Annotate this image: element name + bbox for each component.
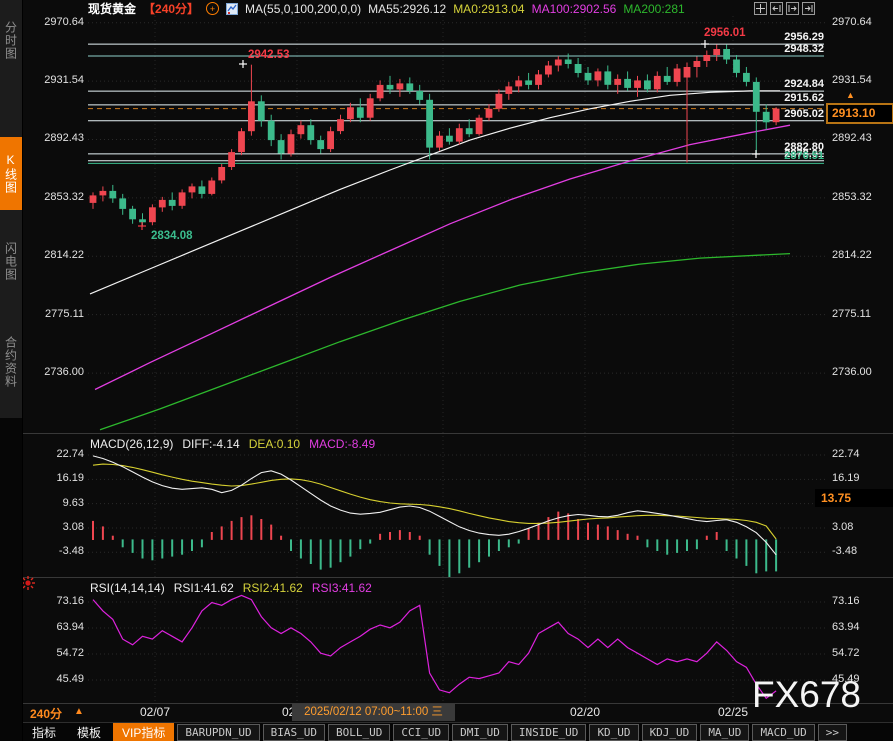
shift-right-icon[interactable] [786,2,799,15]
ma100-value: MA100:2902.56 [532,2,617,16]
rsi-y-axis-label-left: 63.94 [26,621,84,633]
rsi-y-axis-label-left: 54.72 [26,647,84,659]
left-sidebar: 分时图 K线图闪电图合约资料 [0,0,23,741]
date-label: 02/25 [709,705,757,719]
ma55-value: MA55:2926.12 [368,2,446,16]
sidebar-tab-2[interactable]: K线图 [0,137,22,210]
macd-y-axis-label-left: 22.74 [26,448,84,460]
sidebar-tab-4[interactable]: 合约资料 [0,313,22,410]
macd-y-axis-label-left: 3.08 [26,521,84,533]
main-y-axis-label-left: 2931.54 [26,74,84,86]
rsi2-value: RSI2:41.62 [243,581,303,595]
main-y-axis-label-left: 2970.64 [26,16,84,28]
ma-settings-label: MA(55,0,100,200,0,0) [245,2,361,16]
date-label: 02/20 [561,705,609,719]
price-level-label: 2924.84 [762,78,824,90]
main-y-axis-label-right: 2853.32 [832,191,890,203]
toolbar-button-insideud[interactable]: INSIDE_UD [511,724,587,741]
shift-left-icon[interactable] [770,2,783,15]
rsi-y-axis-label-right: 54.72 [832,647,890,659]
goto-latest-icon[interactable] [802,2,815,15]
rsi3-value: RSI3:41.62 [312,581,372,595]
macd-dea-value: DEA:0.10 [249,437,300,451]
period-label: 【240分】 [143,0,199,17]
price-level-label: 2876.51 [762,150,824,162]
toolbar-button-biasud[interactable]: BIAS_UD [263,724,325,741]
plus-circle-icon[interactable]: + [206,2,219,15]
main-y-axis-label-left: 2736.00 [26,366,84,378]
macd-y-axis-label-left: 16.19 [26,472,84,484]
timeframe-dropdown-icon[interactable]: ▲ [74,706,84,717]
main-y-axis-label-right: 2970.64 [832,16,890,28]
macd-y-axis-label-left: -3.48 [26,545,84,557]
fx678-watermark: FX678 [752,674,861,716]
toolbar-button-[interactable]: 指标 [23,724,65,741]
symbol-name: 现货黄金 [88,0,136,17]
rsi-y-axis-label-left: 45.49 [26,673,84,685]
main-y-axis-label-right: 2931.54 [832,74,890,86]
toolbar-button-kdjud[interactable]: KDJ_UD [642,724,698,741]
chart-label-overlay: 2970.64 2970.64 2931.54 2931.54 2892.43 2892.… [0,0,893,741]
main-y-axis-label-left: 2775.11 [26,308,84,320]
toolbar-button-macdud[interactable]: MACD_UD [752,724,814,741]
main-y-axis-label-left: 2814.22 [26,249,84,261]
trading-app-window: 2970.64 2970.64 2931.54 2931.54 2892.43 2892.… [0,0,893,741]
toolbar-button-cciud[interactable]: CCI_UD [393,724,449,741]
macd-value-box: 13.75 [815,489,893,507]
toolbar-button-barupdnud[interactable]: BARUPDN_UD [177,724,259,741]
indicator-toolbar: 指标模板VIP指标BARUPDN_UDBIAS_UDBOLL_UDCCI_UDD… [23,723,847,741]
toolbar-button-vip[interactable]: VIP指标 [113,723,174,741]
price-annotation: 2956.01 [704,27,746,39]
macd-y-axis-label-right: -3.48 [832,545,890,557]
price-annotation: 2942.53 [248,49,290,61]
toolbar-button-[interactable]: 模板 [68,724,110,741]
sidebar-tab-1[interactable]: 分时图 [0,5,22,75]
chart-type-icon[interactable] [226,3,238,15]
chart-toolbar-icons [754,2,815,15]
macd-header: MACD(26,12,9) DIFF:-4.14 DEA:0.10 MACD:-… [90,437,375,451]
crosshair-icon[interactable] [754,2,767,15]
price-level-label: 2948.32 [762,43,824,55]
macd-y-axis-label-left: 9.63 [26,497,84,509]
macd-diff-value: DIFF:-4.14 [182,437,239,451]
main-y-axis-label-right: 2775.11 [832,308,890,320]
rsi-y-axis-label-right: 63.94 [832,621,890,633]
macd-title: MACD(26,12,9) [90,437,173,451]
price-level-label: 2915.62 [762,92,824,104]
toolbar-button-bollud[interactable]: BOLL_UD [328,724,390,741]
price-annotation: 2834.08 [151,230,193,242]
main-y-axis-label-right: 2892.43 [832,132,890,144]
main-y-axis-label-left: 2853.32 [26,191,84,203]
macd-y-axis-label-right: 22.74 [832,448,890,460]
crosshair-time-tooltip: 2025/02/12 07:00~11:00 三 [292,704,455,721]
rsi-y-axis-label-left: 73.16 [26,595,84,607]
main-y-axis-label-right: 2736.00 [832,366,890,378]
toolbar-button-[interactable]: >> [818,724,847,741]
current-price-box: 2913.10 [826,103,893,124]
price-level-label: 2905.02 [762,108,824,120]
ma0-value: MA0:2913.04 [453,2,524,16]
rsi-y-axis-label-right: 73.16 [832,595,890,607]
date-label: 02/07 [131,705,179,719]
price-tag-marker-icon: ▲ [846,90,855,100]
toolbar-button-dmiud[interactable]: DMI_UD [452,724,508,741]
timeframe-label[interactable]: 240分 [30,705,62,722]
rsi-header: RSI(14,14,14) RSI1:41.62 RSI2:41.62 RSI3… [90,581,372,595]
ma200-value: MA200:281 [623,2,684,16]
main-y-axis-label-right: 2814.22 [832,249,890,261]
main-y-axis-label-left: 2892.43 [26,132,84,144]
macd-y-axis-label-right: 3.08 [832,521,890,533]
macd-y-axis-label-right: 16.19 [832,472,890,484]
macd-macd-value: MACD:-8.49 [309,437,375,451]
toolbar-button-kdud[interactable]: KD_UD [589,724,638,741]
sidebar-bottom-filler [0,418,22,741]
sidebar-tab-3[interactable]: 闪电图 [0,222,22,300]
rsi-title: RSI(14,14,14) [90,581,165,595]
price-level-label: 2956.29 [762,31,824,43]
chart-header: 现货黄金 【240分】 + MA(55,0,100,200,0,0) MA55:… [88,1,685,16]
rsi1-value: RSI1:41.62 [174,581,234,595]
toolbar-button-maud[interactable]: MA_UD [700,724,749,741]
